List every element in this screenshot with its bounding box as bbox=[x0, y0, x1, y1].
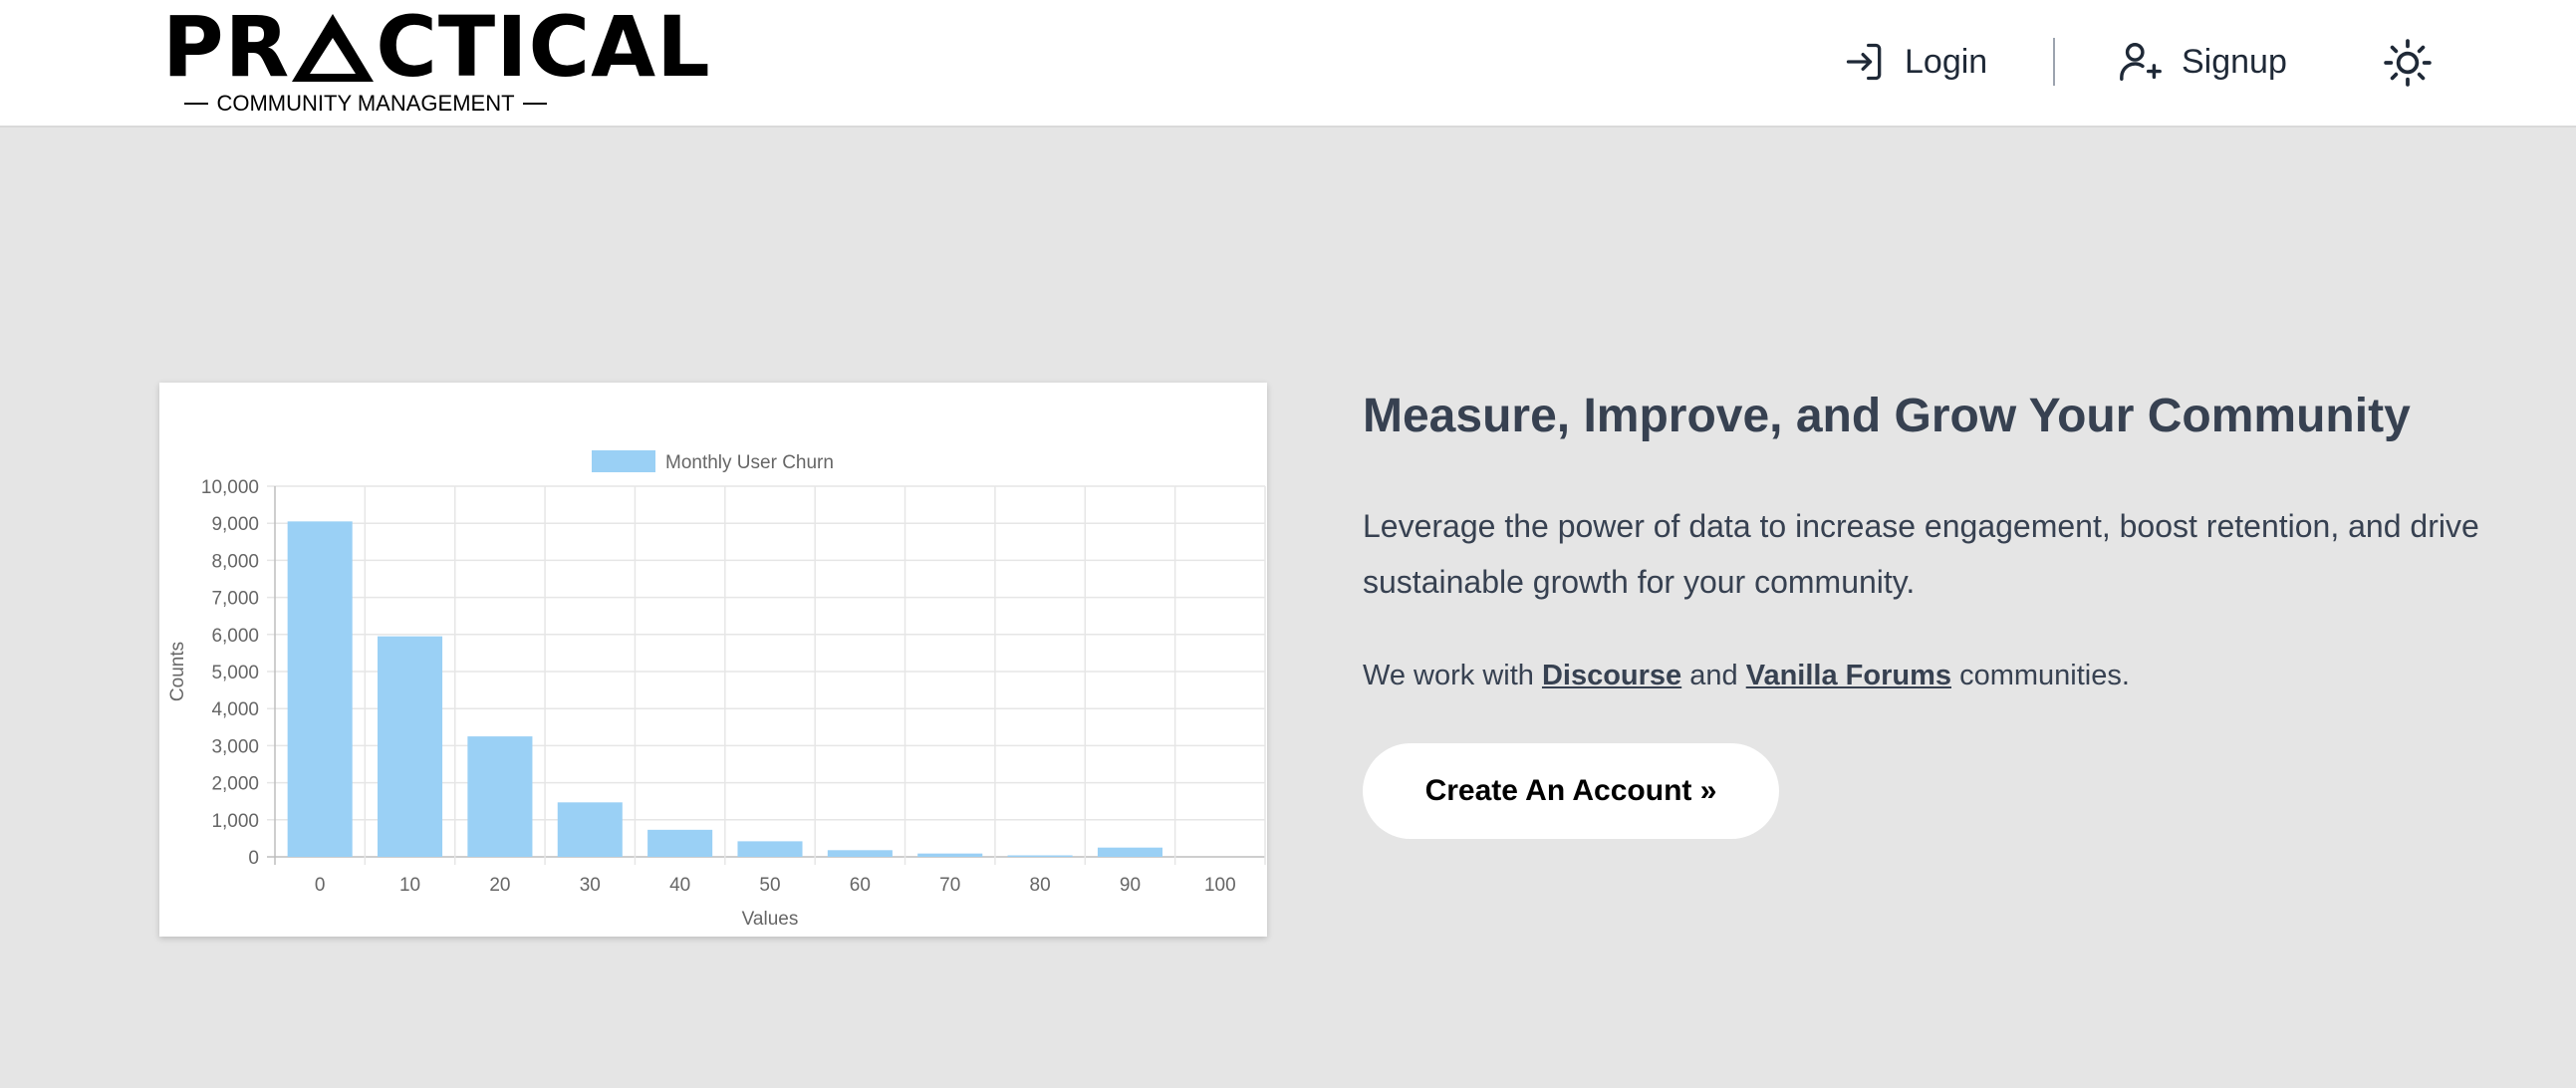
legend-label: Monthly User Churn bbox=[665, 452, 834, 473]
x-tick-label: 50 bbox=[759, 875, 780, 896]
churn-bar-chart: 0 1,000 2,000 3,000 4,000 5,000 6,000 7,000 8,00… bbox=[167, 450, 1266, 930]
legend-swatch bbox=[592, 450, 655, 472]
y-tick-label: 3,000 bbox=[211, 736, 259, 757]
logo-wordmark: PR CTICAL bbox=[162, 0, 711, 96]
x-tick-label: 0 bbox=[315, 875, 326, 896]
x-tick-label: 90 bbox=[1120, 875, 1141, 896]
login-link[interactable]: Login bbox=[1843, 30, 1987, 94]
y-tick-label: 8,000 bbox=[211, 551, 259, 572]
x-tick-label: 30 bbox=[580, 875, 601, 896]
login-label: Login bbox=[1905, 42, 1988, 81]
x-tick-label: 100 bbox=[1204, 875, 1236, 896]
logo[interactable]: PR CTICAL COMMUNITY MANAGEMENT bbox=[162, 5, 710, 118]
hero-description: Leverage the power of data to increase e… bbox=[1363, 508, 2479, 600]
logo-tagline: COMMUNITY MANAGEMENT bbox=[176, 91, 555, 116]
churn-bar bbox=[557, 802, 623, 857]
x-axis-title: Values bbox=[742, 909, 799, 930]
discourse-link[interactable]: Discourse bbox=[1542, 660, 1681, 691]
y-tick-label: 9,000 bbox=[211, 514, 259, 535]
x-tick-label: 20 bbox=[489, 875, 510, 896]
x-tick-label: 40 bbox=[669, 875, 690, 896]
y-tick-label: 6,000 bbox=[211, 626, 259, 647]
churn-bar bbox=[737, 841, 803, 857]
user-plus-icon bbox=[2120, 43, 2162, 81]
sun-icon[interactable] bbox=[2383, 38, 2433, 88]
y-axis-title: Counts bbox=[167, 642, 188, 701]
y-tick-label: 10,000 bbox=[201, 477, 259, 498]
churn-bar bbox=[647, 829, 713, 857]
churn-bar bbox=[378, 636, 443, 857]
churn-bar bbox=[1007, 855, 1073, 857]
login-icon bbox=[1846, 43, 1882, 81]
churn-bar bbox=[287, 521, 353, 857]
x-tick-label: 60 bbox=[850, 875, 871, 896]
y-tick-label: 5,000 bbox=[211, 663, 259, 683]
x-tick-label: 80 bbox=[1030, 875, 1051, 896]
hero-title: Measure, Improve, and Grow Your Communit… bbox=[1363, 390, 2411, 442]
site-header: PR CTICAL COMMUNITY MANAGEMENT Login Sign… bbox=[0, 0, 2576, 128]
y-tick-label: 1,000 bbox=[211, 811, 259, 832]
x-tick-label: 10 bbox=[399, 875, 420, 896]
logo-triangle-icon bbox=[292, 14, 375, 82]
churn-bar bbox=[1097, 847, 1162, 857]
churn-chart-card: 0 1,000 2,000 3,000 4,000 5,000 6,000 7,000 8,00… bbox=[159, 383, 1267, 937]
signup-label: Signup bbox=[2182, 42, 2287, 81]
churn-bar bbox=[467, 736, 533, 857]
y-tick-label: 0 bbox=[248, 848, 259, 869]
partners-text: We work with Discourse and Vanilla Forum… bbox=[1363, 660, 2130, 691]
y-tick-label: 4,000 bbox=[211, 699, 259, 720]
x-tick-label: 70 bbox=[939, 875, 960, 896]
nav-divider bbox=[2053, 38, 2055, 86]
churn-bar bbox=[827, 850, 893, 857]
vanilla-forums-link[interactable]: Vanilla Forums bbox=[1746, 660, 1951, 691]
y-tick-label: 7,000 bbox=[211, 589, 259, 610]
signup-link[interactable]: Signup bbox=[2118, 30, 2287, 94]
create-account-button[interactable]: Create An Account » bbox=[1363, 743, 1779, 839]
churn-bar bbox=[917, 853, 983, 857]
y-tick-label: 2,000 bbox=[211, 774, 259, 795]
